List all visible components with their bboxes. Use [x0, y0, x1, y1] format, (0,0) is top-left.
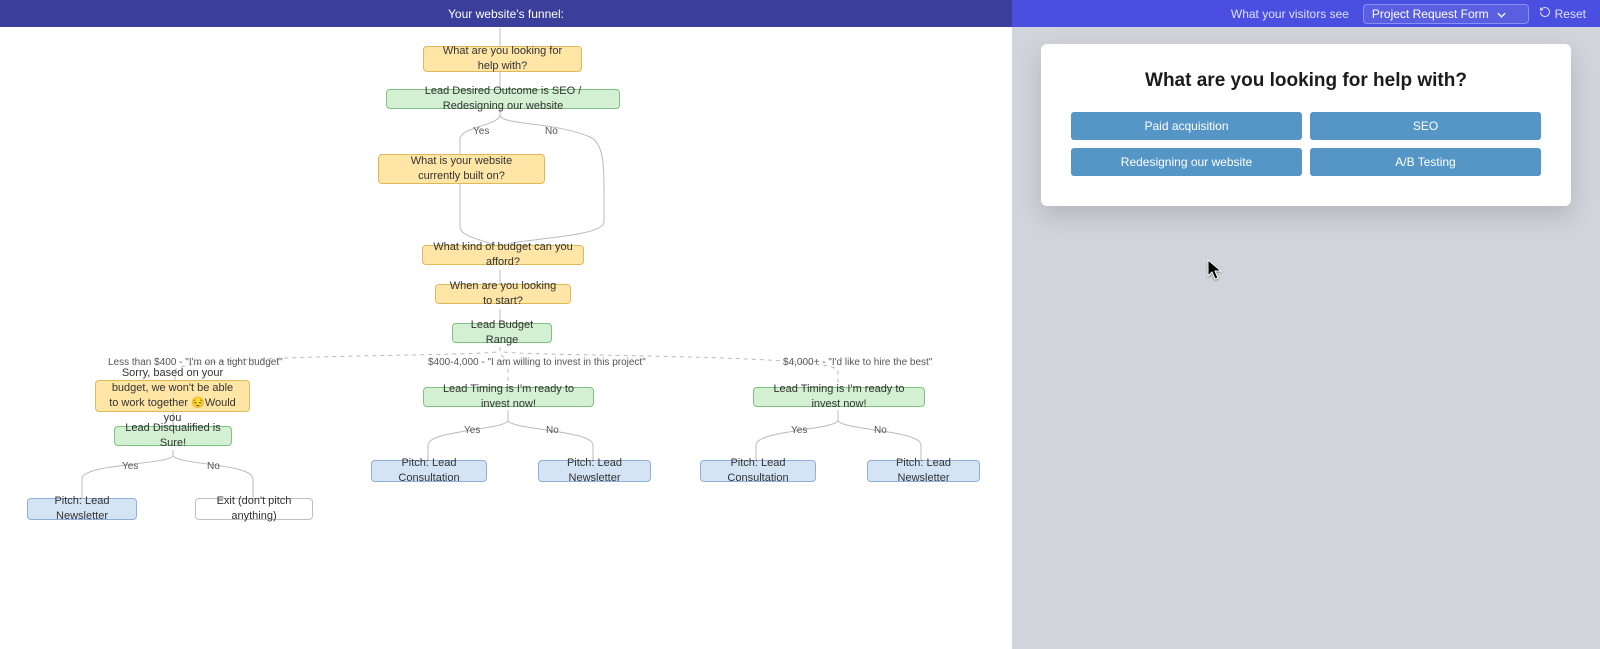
node-label: Lead Disqualified is Sure! [125, 421, 221, 451]
form-options-grid: Paid acquisition SEO Redesigning our web… [1071, 112, 1541, 176]
option-label: Redesigning our website [1121, 155, 1252, 169]
node-label: Lead Timing is I'm ready to invest now! [764, 382, 914, 412]
node-label: Pitch: Lead Newsletter [38, 494, 126, 524]
option-redesigning[interactable]: Redesigning our website [1071, 148, 1302, 176]
node-question-help[interactable]: What are you looking for help with? [423, 46, 582, 72]
node-pitch-newsletter-mid[interactable]: Pitch: Lead Newsletter [538, 460, 651, 482]
node-question-start[interactable]: When are you looking to start? [435, 284, 571, 304]
left-header-title: Your website's funnel: [448, 7, 564, 21]
node-label: Lead Budget Range [463, 318, 541, 348]
option-ab-testing[interactable]: A/B Testing [1310, 148, 1541, 176]
node-label: What is your website currently built on? [389, 154, 534, 184]
edge-label-gt4k: $4,000+ - "I'd like to hire the best" [783, 357, 932, 368]
node-label: Pitch: Lead Newsletter [549, 456, 640, 486]
chevron-down-icon [1497, 7, 1506, 21]
option-paid-acquisition[interactable]: Paid acquisition [1071, 112, 1302, 140]
option-label: A/B Testing [1395, 155, 1455, 169]
node-label: Sorry, based on your budget, we won't be… [106, 366, 239, 425]
node-label: When are you looking to start? [446, 279, 560, 309]
node-condition-timing-right[interactable]: Lead Timing is I'm ready to invest now! [753, 387, 925, 407]
node-question-builton[interactable]: What is your website currently built on? [378, 154, 545, 184]
node-pitch-consultation-right[interactable]: Pitch: Lead Consultation [700, 460, 816, 482]
app-root: Your website's funnel: [0, 0, 1600, 649]
node-label: Lead Timing is I'm ready to invest now! [434, 382, 583, 412]
node-label: Pitch: Lead Newsletter [878, 456, 969, 486]
form-preview-card: What are you looking for help with? Paid… [1041, 44, 1571, 206]
node-pitch-newsletter-left[interactable]: Pitch: Lead Newsletter [27, 498, 137, 520]
flow-canvas[interactable]: Yes No Less than $400 - "I'm on a tight … [0, 27, 1012, 649]
node-message-sorry[interactable]: Sorry, based on your budget, we won't be… [95, 380, 250, 412]
form-select-value: Project Request Form [1372, 7, 1489, 21]
reset-button-label: Reset [1555, 7, 1586, 21]
form-question-title: What are you looking for help with? [1071, 70, 1541, 92]
edge-label-mid: $400-4,000 - "I am willing to invest in … [428, 357, 646, 368]
node-question-budget[interactable]: What kind of budget can you afford? [422, 245, 584, 265]
funnel-editor-pane: Your website's funnel: [0, 0, 1012, 649]
left-header: Your website's funnel: [0, 0, 1012, 27]
node-label: What kind of budget can you afford? [433, 240, 573, 270]
node-condition-budget-range[interactable]: Lead Budget Range [452, 323, 552, 343]
edge-label-noB: No [546, 425, 559, 436]
option-seo[interactable]: SEO [1310, 112, 1541, 140]
node-condition-timing-mid[interactable]: Lead Timing is I'm ready to invest now! [423, 387, 594, 407]
option-label: Paid acquisition [1144, 119, 1228, 133]
edge-label-noC: No [874, 425, 887, 436]
option-label: SEO [1413, 119, 1438, 133]
reset-button[interactable]: Reset [1539, 6, 1586, 21]
node-label: Pitch: Lead Consultation [711, 456, 805, 486]
node-pitch-newsletter-right[interactable]: Pitch: Lead Newsletter [867, 460, 980, 482]
edge-label-yesA: Yes [122, 461, 138, 472]
refresh-icon [1539, 6, 1551, 21]
right-header: What your visitors see Project Request F… [1012, 0, 1600, 27]
right-header-label: What your visitors see [1231, 7, 1349, 21]
cursor-icon [1207, 259, 1223, 284]
node-label: Exit (don't pitch anything) [206, 494, 302, 524]
node-exit[interactable]: Exit (don't pitch anything) [195, 498, 313, 520]
edge-label-no: No [545, 126, 558, 137]
node-condition-disqualified[interactable]: Lead Disqualified is Sure! [114, 426, 232, 446]
form-select-dropdown[interactable]: Project Request Form [1363, 4, 1529, 24]
node-label: What are you looking for help with? [434, 44, 571, 74]
node-label: Lead Desired Outcome is SEO / Redesignin… [397, 84, 609, 114]
edge-label-noA: No [207, 461, 220, 472]
edge-label-yesC: Yes [791, 425, 807, 436]
edge-label-yesB: Yes [464, 425, 480, 436]
node-label: Pitch: Lead Consultation [382, 456, 476, 486]
visitor-preview-pane: What your visitors see Project Request F… [1012, 0, 1600, 649]
node-condition-outcome[interactable]: Lead Desired Outcome is SEO / Redesignin… [386, 89, 620, 109]
node-pitch-consultation-mid[interactable]: Pitch: Lead Consultation [371, 460, 487, 482]
edge-label-yes: Yes [473, 126, 489, 137]
